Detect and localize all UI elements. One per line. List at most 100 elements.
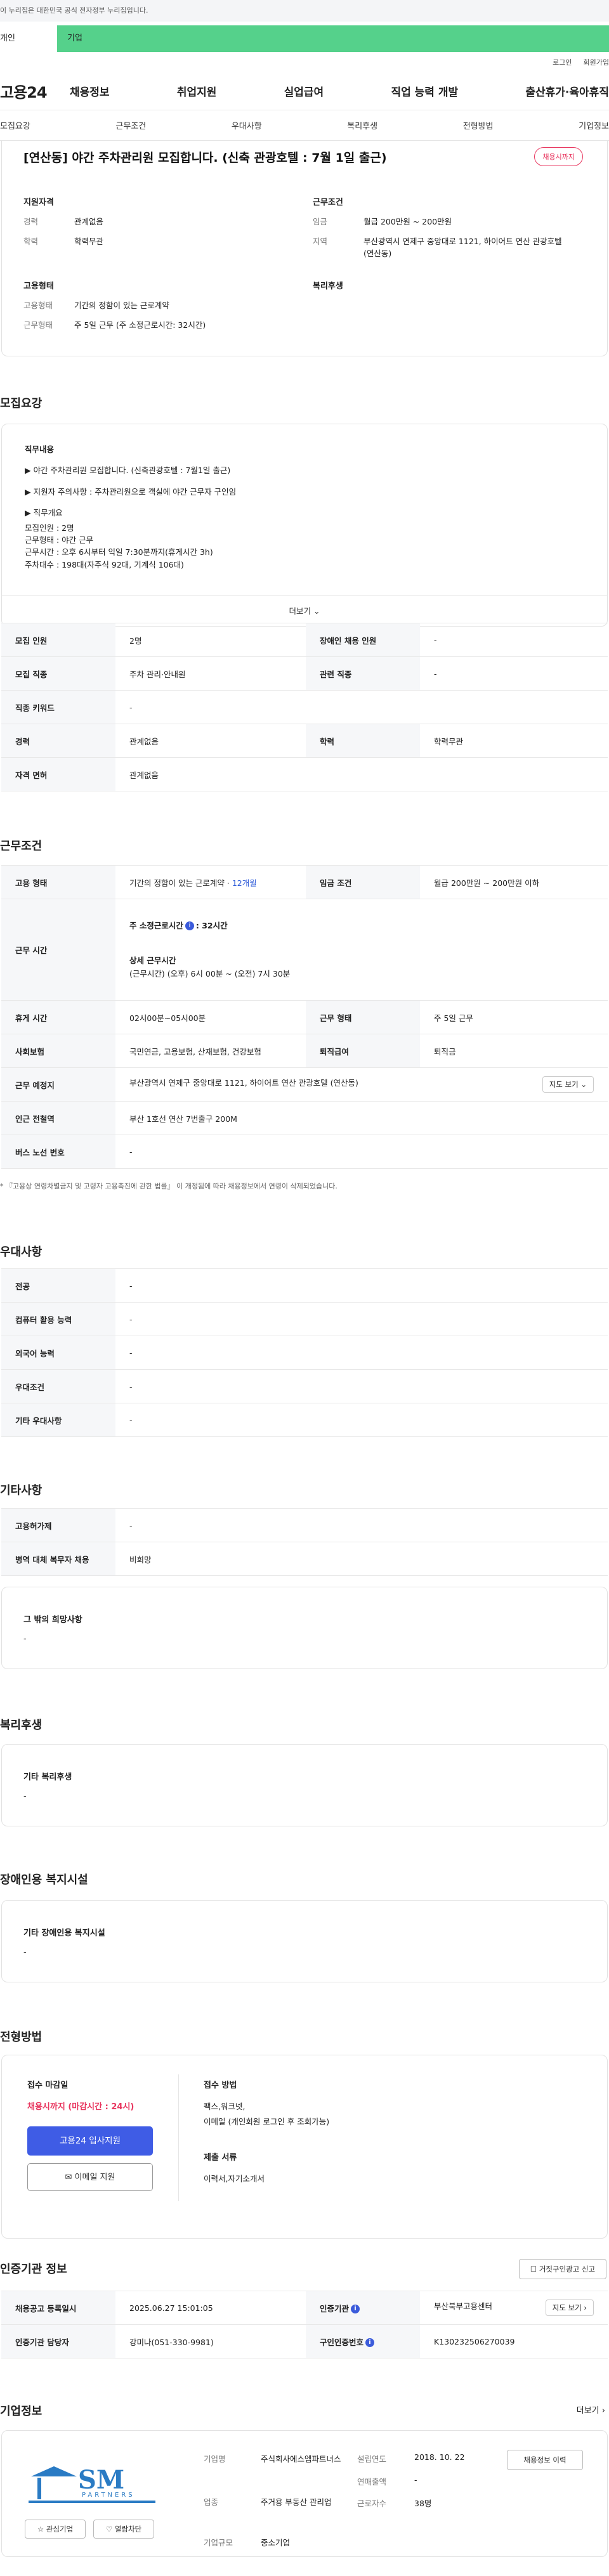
cell-value: 부산 1호선 연산 7번출구 200M [115, 1101, 608, 1135]
cell-value: K130232506270039 [420, 2324, 608, 2358]
agency-table: 채용공고 등록일시 2025.06.27 15:01:05 인증기관 i 부산북부… [1, 2291, 608, 2358]
cell-value: 주차 관리·안내원 [115, 656, 306, 691]
detail-line: ▶ 직무개요 [25, 508, 63, 518]
table-row: 기타 우대사항 - [1, 1403, 608, 1437]
subnav-company[interactable]: 기업정보 [579, 119, 609, 131]
logo-text: SM [78, 2465, 125, 2495]
cell-header: 우대조건 [1, 1369, 115, 1403]
founded-value: 2018. 10. 22 [414, 2452, 465, 2462]
table-row: 버스 노선 번호 - [1, 1135, 608, 1169]
disability-card: 기타 장애인용 복지시설 - [1, 1900, 608, 1982]
welfare-box-value: - [23, 1792, 27, 1801]
cell-value: 퇴직금 [420, 1034, 608, 1068]
detail-line: 모집인원 : 2명 [25, 523, 74, 533]
cell-value: 국민연금, 고용보험, 산재보험, 건강보험 [115, 1034, 306, 1068]
detail-line: ▶ 야간 주차관리원 모집합니다. (신축관광호텔 : 7월1일 출근) [25, 465, 231, 476]
recruit-history-button[interactable]: 채용정보 이력 [507, 2450, 583, 2470]
block-company-button[interactable]: ♡ 열람차단 [93, 2520, 154, 2539]
cell-header: 학력 [306, 724, 420, 758]
cell-header: 채용공고 등록일시 [1, 2291, 115, 2325]
gnb-item-parental-leave[interactable]: 출산휴가·육아휴직 [525, 83, 609, 99]
cond-label: 임금 [313, 217, 328, 226]
more-label: 더보기 [289, 606, 311, 616]
employment-heading: 고용형태 [23, 282, 54, 291]
site-logo[interactable]: 고용24 [0, 80, 70, 102]
gnb-item-vocational-training[interactable]: 직업 능력 개발 [391, 83, 458, 99]
deadline-label: 접수 마감일 [27, 2081, 69, 2090]
gnb-item-unemployment-benefit[interactable]: 실업급여 [284, 83, 324, 99]
table-row: 인증기관 담당자 강미나(051-330-9981) 구인인증번호 i K1302… [1, 2324, 608, 2358]
table-row: 고용허가제 - [1, 1508, 608, 1542]
company-more-link[interactable]: 더보기 › [577, 2404, 605, 2416]
method-value-2: 이메일 (개인회원 로그인 후 조회가능) [204, 2117, 330, 2126]
chevron-down-icon: ⌄ [580, 1080, 587, 1089]
job-detail-content: 직무내용 ▶ 야간 주차관리원 모집합니다. (신축관광호텔 : 7월1일 출근… [25, 443, 236, 571]
sales-value: - [414, 2475, 417, 2485]
emp-value: 기간의 정함이 있는 근로계약 [74, 301, 169, 310]
subnav-preference[interactable]: 우대사항 [232, 119, 262, 131]
welfare-box-title: 기타 복리후생 [23, 1773, 72, 1782]
favorite-label: 관심기업 [46, 2525, 74, 2534]
section-title-preference: 우대사항 [0, 1246, 43, 1259]
hope-title: 그 밖의 희망사항 [23, 1615, 82, 1625]
cell-header: 모집 인원 [1, 623, 115, 657]
email-apply-button[interactable]: ✉ 이메일 지원 [27, 2163, 153, 2191]
qualification-block: 지원자격 경력 관계없음 학력 학력무관 [23, 195, 271, 256]
gov-notice: 이 누리집은 대한민국 공식 전자정부 누리집입니다. [0, 0, 609, 22]
subnav-recruit[interactable]: 모집요강 [0, 119, 30, 131]
favorite-company-button[interactable]: ☆ 관심기업 [25, 2520, 86, 2539]
section-subnav: 모집요강 근무조건 우대사항 복리후생 전형방법 기업정보 [0, 110, 609, 141]
cell-value: - [115, 1268, 608, 1303]
agency-map-button[interactable]: 지도 보기 › [545, 2300, 594, 2316]
subnav-welfare[interactable]: 복리후생 [347, 119, 377, 131]
tab-person[interactable]: 개인 [0, 25, 57, 52]
apply-button[interactable]: 고용24 입사지원 [27, 2126, 153, 2156]
agency-map-label: 지도 보기 [552, 2303, 582, 2312]
cell-value: 부산북부고용센터 지도 보기 › [420, 2291, 608, 2325]
cell-header: 직종 키워드 [1, 690, 115, 724]
info-icon[interactable]: i [185, 921, 194, 931]
section-title-company: 기업정보 [0, 2405, 43, 2418]
more-button[interactable]: 더보기 ⌄ [2, 595, 607, 626]
selection-card: 접수 마감일 채용시까지 (마감시간 : 24시) 고용24 입사지원 ✉ 이메… [1, 2055, 608, 2239]
login-link[interactable]: 로그인 [553, 57, 572, 67]
qual-label: 경력 [23, 217, 39, 226]
conditions-block: 근무조건 임금 월급 200만원 ~ 200만원 지역 부산광역시 연제구 중앙대로… [313, 195, 573, 267]
table-row: 모집 직종 주차 관리·안내원 관련 직종 - [1, 656, 608, 691]
cell-value: 관계없음 [115, 724, 306, 758]
table-row: 직종 키워드 - [1, 690, 608, 724]
chevron-right-icon: › [601, 2406, 605, 2416]
section-title-selection: 전형방법 [0, 2031, 43, 2044]
company-size-value: 중소기업 [261, 2538, 291, 2547]
cell-header: 임금 조건 [306, 865, 420, 899]
table-row: 경력 관계없음 학력 학력무관 [1, 724, 608, 758]
info-icon[interactable]: i [365, 2338, 375, 2347]
table-row: 자격 면허 관계없음 [1, 757, 608, 791]
cell-value: 주 소정근로시간 i: 32시간 상세 근무시간 (근무시간) (오후) 6시 0… [115, 899, 608, 1001]
false-ad-report-button[interactable]: ☐ 거짓구인광고 신고 [519, 2259, 606, 2279]
signup-link[interactable]: 회원가입 [584, 57, 609, 67]
info-icon[interactable]: i [351, 2305, 360, 2313]
preference-table: 전공 - 컴퓨터 활용 능력 - 외국어 능력 - 우대조건 - 기타 우대사항 - [1, 1268, 608, 1437]
cell-header: 근무 시간 [1, 899, 115, 1001]
map-view-button[interactable]: 지도 보기 ⌄ [542, 1076, 594, 1093]
company-more-label: 더보기 [576, 2406, 599, 2416]
emp-type-text: 기간의 정함이 있는 근로계약 · [129, 878, 232, 888]
cell-value: - [420, 623, 608, 657]
cell-header: 고용허가제 [1, 1508, 115, 1542]
gnb-item-jobs[interactable]: 채용정보 [70, 83, 110, 99]
cell-value: - [420, 656, 608, 691]
subnav-selection[interactable]: 전형방법 [463, 119, 494, 131]
job-posting-page: 이 누리집은 대한민국 공식 전자정부 누리집입니다. 개인 기업 로그인 회원… [0, 0, 609, 2576]
gnb-item-employment-support[interactable]: 취업지원 [177, 83, 217, 99]
detail-hours-value: (근무시간) (오후) 6시 00분 ~ (오전) 7시 30분 [129, 969, 291, 979]
company-name-value: 주식회사에스엠파트너스 [261, 2454, 341, 2464]
tab-company[interactable]: 기업 [57, 25, 609, 52]
cell-header: 병역 대체 복무자 채용 [1, 1542, 115, 1576]
founded-label: 설립연도 [357, 2454, 387, 2464]
cell-header: 관련 직종 [306, 656, 420, 691]
detail-line: 근무시간 : 오후 6시부터 익일 7:30분까지(휴게시간 3h) [25, 547, 213, 557]
cell-value: - [115, 1369, 608, 1403]
cell-value: - [115, 1403, 608, 1437]
subnav-conditions[interactable]: 근무조건 [115, 119, 146, 131]
